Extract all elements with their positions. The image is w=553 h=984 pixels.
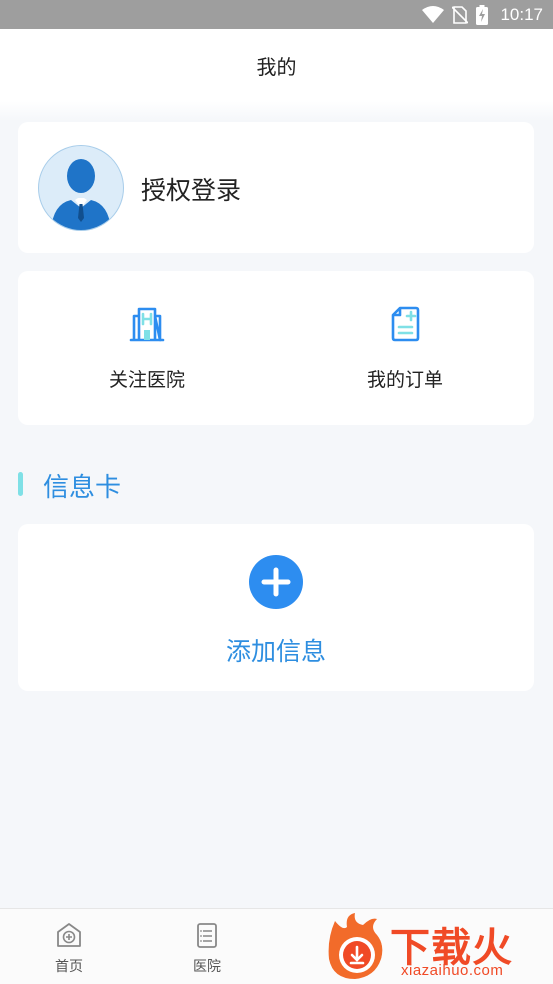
wifi-icon — [422, 6, 445, 23]
watermark-domain: xiazaihuo.com — [401, 962, 504, 979]
battery-charging-icon — [476, 5, 489, 25]
quick-actions-card: 关注医院 我的订单 — [18, 271, 534, 425]
order-document-icon — [391, 306, 420, 342]
page-title: 我的 — [256, 54, 297, 79]
page-header: 我的 — [0, 29, 553, 101]
section-accent-bar — [18, 472, 23, 496]
clock-time: 10:17 — [500, 5, 543, 24]
tab-hospital-label: 医院 — [193, 959, 221, 975]
no-sim-icon — [452, 6, 469, 24]
my-orders-label: 我的订单 — [366, 369, 443, 391]
flame-logo-icon — [328, 913, 383, 979]
home-cross-icon — [57, 923, 81, 947]
status-bar: 10:17 — [0, 0, 553, 29]
add-info-label[interactable]: 添加信息 — [18, 632, 534, 668]
section-title: 信息卡 — [43, 473, 122, 503]
authorize-login-link[interactable]: 授权登录 — [141, 171, 241, 207]
followed-hospitals-label: 关注医院 — [108, 369, 185, 391]
login-card[interactable]: 授权登录 — [18, 122, 534, 253]
tab-home[interactable]: 首页 — [14, 909, 124, 984]
info-card: 添加信息 — [18, 524, 534, 691]
my-orders-button[interactable]: 我的订单 — [276, 271, 534, 425]
hospital-building-icon — [129, 307, 165, 342]
tab-home-label: 首页 — [55, 959, 83, 975]
plus-icon — [261, 567, 291, 597]
hospital-list-icon — [197, 923, 217, 948]
followed-hospitals-button[interactable]: 关注医院 — [18, 271, 276, 425]
tab-hospital[interactable]: 医院 — [152, 909, 262, 984]
user-silhouette-icon — [51, 159, 111, 230]
header-fade — [0, 101, 553, 121]
add-info-button[interactable] — [249, 555, 303, 609]
watermark-logo: 下载火 xiazaihuo.com — [325, 911, 553, 983]
avatar[interactable] — [38, 145, 124, 231]
